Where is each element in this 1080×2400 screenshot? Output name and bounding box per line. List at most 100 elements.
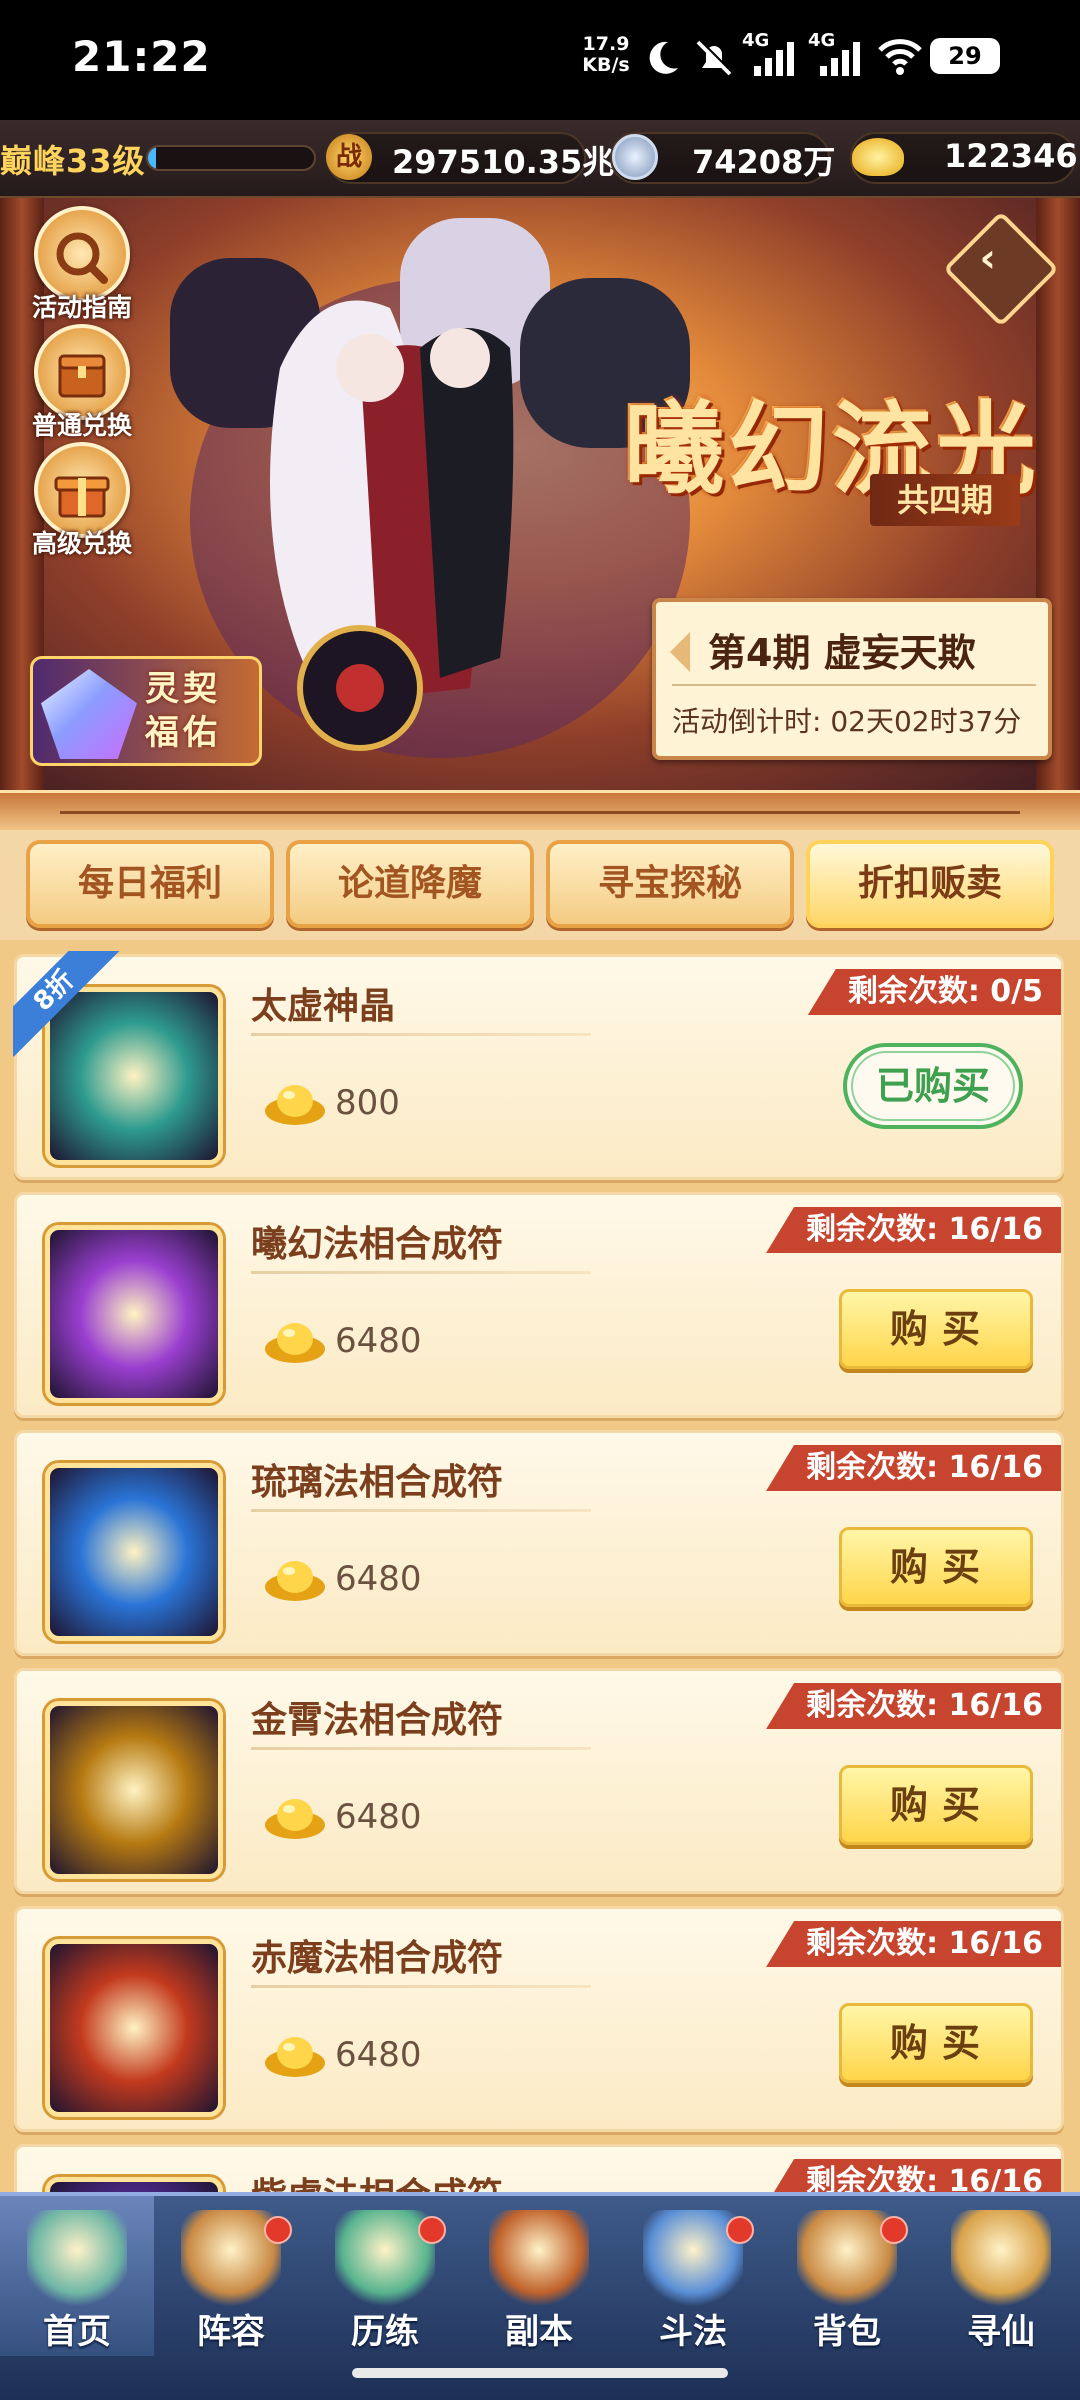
buy-button[interactable]: 购买 [839,1765,1033,1845]
nav-item[interactable]: 斗法 [616,2196,770,2356]
notification-dot [726,2216,754,2244]
app-root: 21:22 17.9 KB/s 4G 4G 29 巅峰33级 战 297510.… [0,0,1080,2400]
purchased-stamp: 已购买 [843,1043,1023,1129]
ornamental-divider [0,790,1080,830]
buy-button[interactable]: 购买 [839,1289,1033,1369]
item-list[interactable]: 8折 太虚神晶 800 剩余次数: 0/5 已购买 曦幻法相合成符 6480 剩… [0,940,1080,2192]
power-icon: 战 [326,134,372,180]
list-item: 赤魔法相合成符 6480 剩余次数: 16/16 购买 [14,1906,1064,2132]
speed-value: 17.9 [582,33,630,55]
period-name: 第4期 虚妄天欺 [708,631,976,675]
item-price: 6480 [335,2035,422,2075]
network-speed: 17.9 KB/s [578,34,634,76]
nav-item[interactable]: 首页 [0,2196,154,2356]
guide-button[interactable]: 活动指南 [22,206,142,324]
notification-dot [880,2216,908,2244]
period-divider [672,684,1036,686]
gold-amount: 1223461 [944,137,1080,175]
event-countdown: 活动倒计时: 02天02时37分 [672,705,1022,738]
buy-button[interactable]: 购买 [839,1527,1033,1607]
name-underline [251,1747,591,1750]
gold-ingot-icon [265,1799,325,1839]
premium-exchange-button[interactable]: 高级兑换 [22,442,142,560]
player-level: 巅峰33级 [0,142,146,180]
remaining-count: 剩余次数: 16/16 [766,2159,1061,2192]
nav-item[interactable]: 寻仙 [924,2196,1078,2356]
prev-period-arrow[interactable] [670,632,690,672]
silver-amount: 74208万 [692,143,836,181]
moon-icon [649,41,678,74]
buy-button[interactable]: 购买 [839,2003,1033,2083]
gold-ingot-icon [265,2037,325,2077]
tab-bar: 每日福利 论道降魔 寻宝探秘 折扣贩卖 [0,830,1080,940]
item-price: 6480 [335,1797,422,1837]
nav-icon [27,2210,127,2310]
nav-label: 寻仙 [967,2312,1035,2352]
home-indicator[interactable] [352,2368,728,2378]
xp-bar [146,145,316,171]
event-subtitle: 共四期 [870,474,1020,526]
discount-label: 8折 [13,951,120,1057]
lingqi-blessing-button[interactable]: 灵契 福佑 [30,656,262,766]
clock: 21:22 [72,32,211,81]
item-name: 曦幻法相合成符 [251,1224,504,1265]
nav-label: 斗法 [659,2312,727,2352]
item-icon[interactable] [45,1939,223,2117]
nav-item[interactable]: 历练 [308,2196,462,2356]
item-icon[interactable] [45,1225,223,1403]
notification-dot [264,2216,292,2244]
item-icon[interactable] [45,1463,223,1641]
lingqi-label: 灵契 福佑 [145,669,221,753]
nav-item[interactable]: 阵容 [154,2196,308,2356]
list-item: 曦幻法相合成符 6480 剩余次数: 16/16 购买 [14,1192,1064,1418]
nav-label: 阵容 [197,2312,265,2352]
name-underline [251,1271,591,1274]
tab-treasure-hunt[interactable]: 寻宝探秘 [546,840,794,928]
gold-ingot-icon [852,138,904,176]
remaining-count: 剩余次数: 16/16 [766,1921,1061,1967]
item-price: 6480 [335,1559,422,1599]
item-icon[interactable] [45,1701,223,1879]
remaining-count: 剩余次数: 16/16 [766,1207,1061,1253]
list-item: 紫虚法相合成符 6480 剩余次数: 16/16 购买 [14,2144,1064,2192]
nav-label: 背包 [813,2312,881,2352]
item-price: 6480 [335,1321,422,1361]
crystal-icon [41,669,137,759]
name-underline [251,1033,591,1036]
nav-icon [489,2210,589,2310]
remaining-count: 剩余次数: 16/16 [766,1683,1061,1729]
signal-icon [754,42,794,76]
status-bar: 21:22 17.9 KB/s 4G 4G 29 [0,0,1080,120]
normal-exchange-button[interactable]: 普通兑换 [22,324,142,442]
gold-ingot-icon [265,1085,325,1125]
nav-label: 副本 [505,2312,573,2352]
silver-coin-icon [612,134,658,180]
normal-exchange-label: 普通兑换 [31,411,132,440]
tab-daily-welfare[interactable]: 每日福利 [26,840,274,928]
list-item: 琉璃法相合成符 6480 剩余次数: 16/16 购买 [14,1430,1064,1656]
tab-demon-subduing[interactable]: 论道降魔 [286,840,534,928]
premium-exchange-label: 高级兑换 [31,529,132,558]
discount-ribbon: 8折 [13,951,123,1061]
notification-dot [418,2216,446,2244]
list-item: 金霄法相合成符 6480 剩余次数: 16/16 购买 [14,1668,1064,1894]
nav-item[interactable]: 副本 [462,2196,616,2356]
list-item: 8折 太虚神晶 800 剩余次数: 0/5 已购买 [13,951,1064,1180]
item-icon[interactable] [45,2177,223,2192]
item-name: 琉璃法相合成符 [251,1462,504,1503]
item-name: 金霄法相合成符 [251,1700,504,1741]
speed-unit: KB/s [582,54,630,76]
event-banner: 活动指南 普通兑换 高级兑换 灵契 福佑 ‹ 曦幻流光 共四期 第4期 虚妄天欺… [0,198,1080,790]
name-underline [251,1985,591,1988]
item-name: 赤魔法相合成符 [251,1938,504,1979]
guide-label: 活动指南 [31,293,132,322]
battery-indicator: 29 [930,38,1000,74]
gold-ingot-icon [265,1323,325,1363]
mute-bell-icon [696,39,733,76]
gold-ingot-icon [265,1561,325,1601]
tab-discount-sale[interactable]: 折扣贩卖 [806,840,1054,928]
nav-item[interactable]: 背包 [770,2196,924,2356]
xp-bar-fill [148,147,157,169]
remaining-count: 剩余次数: 16/16 [766,1445,1061,1491]
name-underline [251,1509,591,1512]
